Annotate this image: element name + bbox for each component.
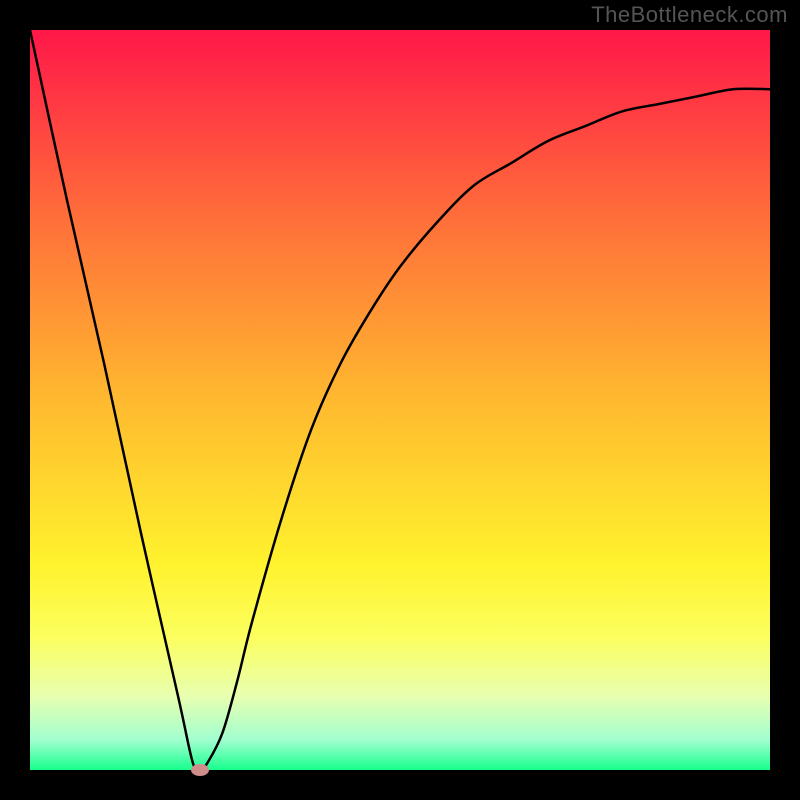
plot-area	[30, 30, 770, 770]
chart-container: TheBottleneck.com	[0, 0, 800, 800]
minimum-marker	[191, 764, 209, 776]
watermark-text: TheBottleneck.com	[591, 2, 788, 28]
gradient-background	[30, 30, 770, 770]
chart-svg	[30, 30, 770, 770]
